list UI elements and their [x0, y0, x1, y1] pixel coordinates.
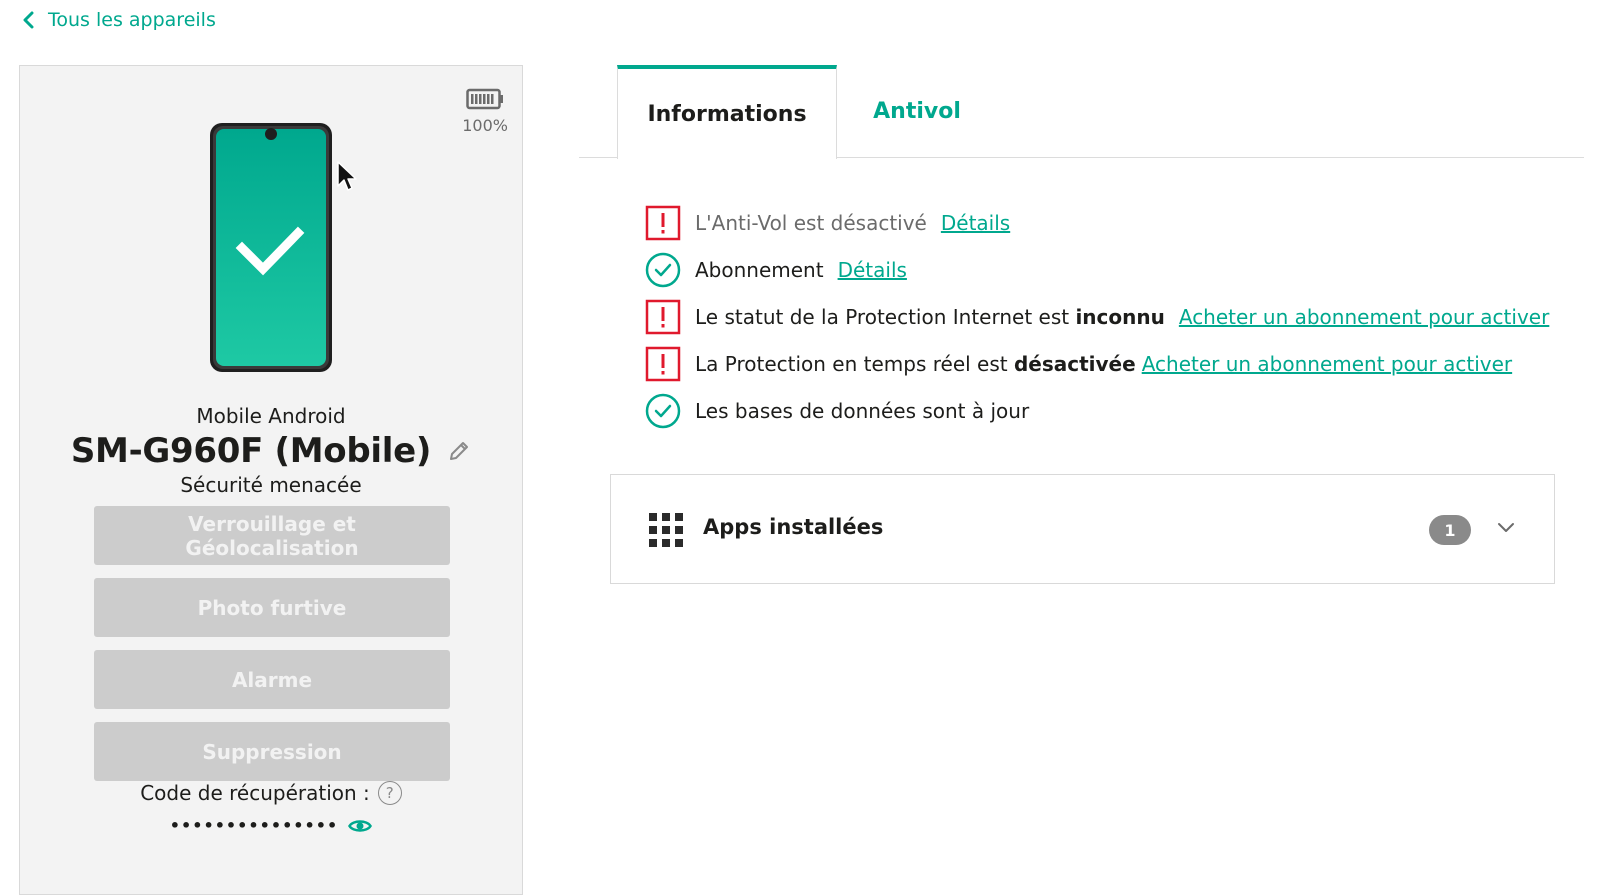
- status-item-web-protection: Le statut de la Protection Internet est …: [645, 299, 1549, 335]
- pencil-icon[interactable]: [447, 439, 471, 463]
- recovery-code-value-row: •••••••••••••••: [20, 816, 522, 835]
- mouse-cursor-icon: [337, 161, 357, 191]
- back-link-label: Tous les appareils: [48, 9, 216, 31]
- status-item-databases: Les bases de données sont à jour: [645, 393, 1545, 429]
- recovery-code-value: •••••••••••••••: [169, 816, 339, 835]
- buy-subscription-link[interactable]: Acheter un abonnement pour activer: [1179, 305, 1549, 329]
- device-name-row: SM-G960F (Mobile): [20, 431, 522, 471]
- device-security-status: Sécurité menacée: [180, 473, 362, 497]
- warning-icon: [645, 346, 681, 382]
- apps-grid-icon: [649, 513, 683, 547]
- mugshot-button[interactable]: Photo furtive: [94, 578, 450, 637]
- battery-icon: [466, 88, 504, 110]
- status-value: désactivée: [1013, 352, 1136, 376]
- details-link[interactable]: Détails: [838, 258, 907, 282]
- buy-subscription-link[interactable]: Acheter un abonnement pour activer: [1142, 352, 1512, 376]
- tabs-bar: Informations Antivol: [579, 65, 1584, 159]
- warning-icon: [645, 299, 681, 335]
- phone-illustration: [210, 123, 332, 372]
- ok-icon: [645, 252, 681, 288]
- recovery-code-row: Code de récupération : ?: [20, 781, 522, 805]
- status-item-antitheft: L'Anti-Vol est désactivé Détails: [645, 205, 1545, 241]
- status-item-realtime-protection: La Protection en temps réel est désactiv…: [645, 346, 1545, 382]
- ok-icon: [645, 393, 681, 429]
- lock-locate-button[interactable]: Verrouillage et Géolocalisation: [94, 506, 450, 565]
- status-text: Abonnement: [695, 258, 824, 282]
- battery-level: 100%: [462, 116, 508, 135]
- status-text: La Protection en temps réel est désactiv…: [695, 352, 1136, 376]
- details-link[interactable]: Détails: [941, 211, 1010, 235]
- device-name: SM-G960F (Mobile): [70, 431, 432, 471]
- chevron-down-icon[interactable]: [1497, 522, 1515, 534]
- help-icon[interactable]: ?: [377, 781, 402, 805]
- warning-icon: [645, 205, 681, 241]
- chevron-left-icon: [23, 11, 34, 29]
- wipe-button[interactable]: Suppression: [94, 722, 450, 781]
- back-to-devices-link[interactable]: Tous les appareils: [22, 6, 216, 34]
- tab-informations[interactable]: Informations: [617, 65, 837, 159]
- status-item-subscription: Abonnement Détails: [645, 252, 1545, 288]
- status-text: L'Anti-Vol est désactivé: [695, 211, 927, 235]
- installed-apps-title: Apps installées: [703, 515, 884, 539]
- status-text: Le statut de la Protection Internet est …: [695, 305, 1165, 329]
- alarm-button[interactable]: Alarme: [94, 650, 450, 709]
- eye-icon[interactable]: [348, 817, 373, 835]
- device-panel: 100% Mobile Android SM-G960F (Mobile) Sé…: [19, 65, 523, 895]
- apps-count-badge: 1: [1429, 515, 1471, 545]
- installed-apps-panel[interactable]: Apps installées 1: [610, 474, 1555, 584]
- tab-antivol[interactable]: Antivol: [837, 65, 997, 158]
- status-value: inconnu: [1075, 305, 1165, 329]
- status-text: Les bases de données sont à jour: [695, 399, 1030, 423]
- recovery-code-label: Code de récupération :: [140, 781, 370, 805]
- device-type: Mobile Android: [196, 404, 346, 428]
- battery-indicator: 100%: [462, 88, 508, 135]
